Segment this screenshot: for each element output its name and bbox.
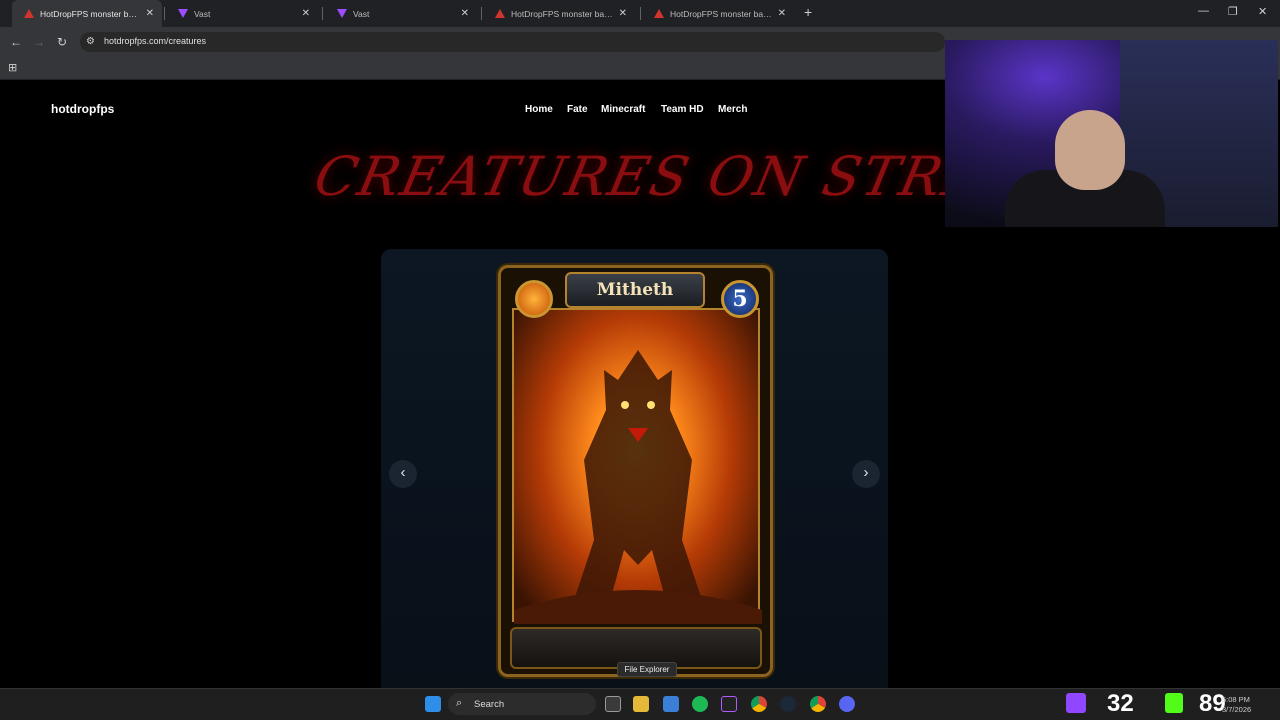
search-icon: ⌕ — [456, 697, 463, 709]
discord-icon[interactable] — [839, 696, 855, 712]
reload-icon[interactable]: ↻ — [57, 35, 67, 49]
tab-hotdropfps-2[interactable]: HotDropFPS monster battle sty ✕ — [483, 0, 635, 27]
tab-divider — [481, 7, 482, 20]
new-tab-button[interactable]: + — [804, 4, 812, 20]
clock-date[interactable]: 3/7/2026 — [1222, 705, 1251, 714]
stat-counter-a: 32 — [1107, 690, 1134, 717]
close-icon[interactable]: ✕ — [778, 8, 786, 19]
notepad-icon[interactable] — [663, 696, 679, 712]
address-bar[interactable] — [80, 32, 945, 52]
nav-home[interactable]: Home — [525, 104, 553, 115]
nav-fate[interactable]: Fate — [567, 104, 588, 115]
browser-tab-strip: HotDropFPS monster battle sty ✕ Vast ✕ V… — [0, 0, 1280, 27]
close-window-button[interactable]: ✕ — [1258, 5, 1267, 18]
brand-icon — [654, 9, 664, 18]
back-icon[interactable]: ← — [10, 35, 22, 49]
task-view-icon[interactable] — [605, 696, 621, 712]
tab-vast-2[interactable]: Vast ✕ — [325, 0, 477, 27]
tab-title: Vast — [353, 8, 370, 19]
tab-divider — [640, 7, 641, 20]
windows-start-icon[interactable] — [425, 696, 441, 712]
tab-hotdropfps-1[interactable]: HotDropFPS monster battle sty ✕ — [12, 0, 162, 27]
card-name-banner: Mitheth — [565, 272, 705, 308]
card-name: Mitheth — [596, 280, 674, 300]
site-logo[interactable]: hotdropfps — [51, 102, 114, 116]
vast-icon — [178, 9, 188, 18]
vast-icon — [337, 9, 347, 18]
site-info-icon[interactable]: ⚙ — [86, 36, 95, 47]
close-icon[interactable]: ✕ — [302, 8, 310, 19]
tab-title: HotDropFPS monster battle sty — [670, 8, 772, 19]
restore-button[interactable]: ❐ — [1228, 5, 1238, 18]
tab-title: HotDropFPS monster battle sty — [511, 8, 613, 19]
close-icon[interactable]: ✕ — [146, 8, 154, 19]
cost-gem: 5 — [721, 280, 759, 318]
tab-title: Vast — [194, 8, 211, 19]
carousel-prev-button[interactable]: ‹ — [389, 460, 417, 488]
taskbar-search-label: Search — [474, 699, 505, 710]
chrome-icon[interactable] — [751, 696, 767, 712]
fire-icon — [515, 280, 553, 318]
creature-artwork — [512, 308, 762, 624]
brand-icon — [24, 9, 34, 18]
hero-title: CREATURES ON STREAM — [309, 145, 1090, 208]
file-explorer-tooltip: File Explorer — [617, 662, 677, 677]
nav-merch[interactable]: Merch — [718, 104, 747, 115]
streamer-face — [1055, 110, 1125, 190]
url-text[interactable]: hotdropfps.com/creatures — [104, 36, 206, 46]
tab-title: HotDropFPS monster battle sty — [40, 8, 140, 19]
spotify-icon[interactable] — [692, 696, 708, 712]
tab-divider — [322, 7, 323, 20]
clock-time[interactable]: 5:08 PM — [1222, 695, 1250, 704]
minimize-button[interactable]: — — [1198, 5, 1209, 17]
nav-team-hd[interactable]: Team HD — [661, 104, 704, 115]
brand-icon — [495, 9, 505, 18]
file-explorer-icon[interactable] — [633, 696, 649, 712]
forward-icon[interactable]: → — [33, 35, 45, 49]
tab-divider — [164, 7, 165, 20]
tab-hotdropfps-3[interactable]: HotDropFPS monster battle sty ✕ — [642, 0, 794, 27]
card-cost: 5 — [732, 286, 748, 312]
carousel-next-button[interactable]: › — [852, 460, 880, 488]
close-icon[interactable]: ✕ — [619, 8, 627, 19]
taskbar-search[interactable] — [448, 693, 596, 715]
apps-grid-icon[interactable]: ⊞ — [8, 61, 17, 74]
twitch-icon — [1066, 693, 1086, 713]
steam-icon[interactable] — [780, 696, 796, 712]
fire-wolf-illustration — [514, 350, 762, 624]
chrome-profile-icon[interactable] — [810, 696, 826, 712]
tab-vast-1[interactable]: Vast ✕ — [166, 0, 318, 27]
close-icon[interactable]: ✕ — [461, 8, 469, 19]
hud-fx-icon[interactable] — [721, 696, 737, 712]
nav-minecraft[interactable]: Minecraft — [601, 104, 645, 115]
kick-icon — [1165, 693, 1183, 713]
